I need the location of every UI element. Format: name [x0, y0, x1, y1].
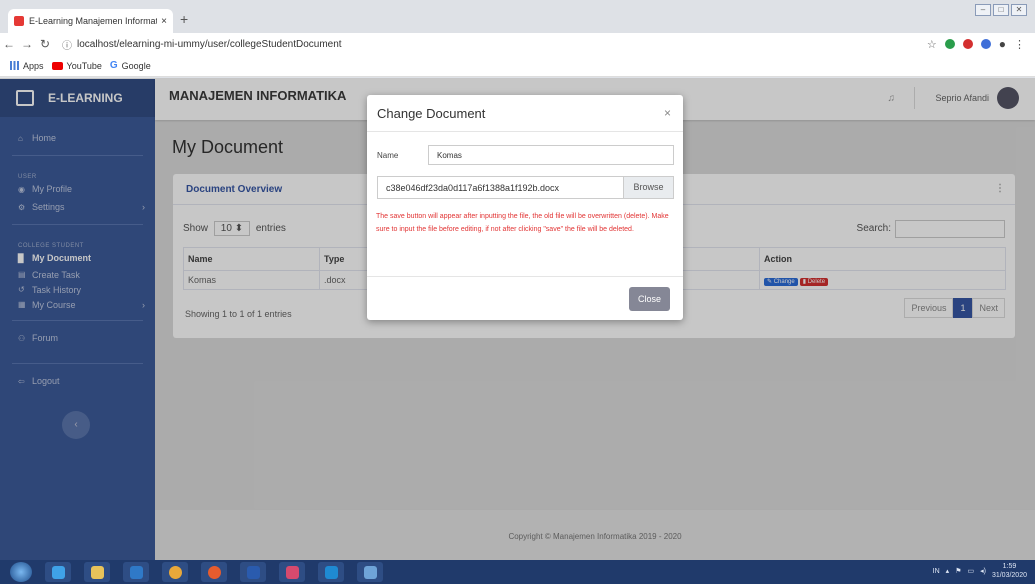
tray-arrow-icon[interactable]: ▴	[946, 567, 950, 575]
menu-icon[interactable]: ⋮	[1014, 38, 1025, 51]
tab-title: E-Learning Manajemen Informati	[29, 16, 158, 26]
back-icon[interactable]: ←	[0, 37, 18, 51]
maximize-icon[interactable]: □	[993, 4, 1009, 16]
bookmark-apps[interactable]: Apps	[10, 61, 44, 71]
youtube-icon	[51, 61, 63, 70]
language-indicator[interactable]: IN	[933, 568, 940, 575]
system-tray: IN ▴ ⚑ ▭ ◂) 1:59 31/03/2020	[933, 562, 1027, 580]
profile-icon[interactable]: ●	[999, 37, 1006, 51]
browser-toolbar: ← → ↻ ⓘ localhost/elearning-mi-ummy/user…	[0, 33, 1035, 55]
reload-icon[interactable]: ↻	[36, 37, 54, 51]
browser-tab[interactable]: E-Learning Manajemen Informati ×	[8, 9, 173, 33]
name-label: Name	[377, 150, 399, 160]
toolbar-extensions: ☆ ● ⋮	[927, 37, 1025, 51]
favicon-icon	[14, 16, 24, 26]
info-icon[interactable]: ⓘ	[62, 37, 72, 52]
bookmarks-bar: Apps YouTube G Google	[0, 55, 1035, 77]
bookmark-youtube[interactable]: YouTube	[51, 61, 102, 71]
tab-close-icon[interactable]: ×	[161, 16, 167, 27]
word-icon[interactable]	[240, 562, 266, 582]
name-row: Name Komas	[377, 145, 674, 165]
firefox-icon[interactable]	[201, 562, 227, 582]
forward-icon[interactable]: →	[18, 37, 36, 51]
address-bar[interactable]: ⓘ localhost/elearning-mi-ummy/user/colle…	[62, 37, 927, 52]
clock[interactable]: 1:59 31/03/2020	[992, 562, 1027, 580]
app-icon[interactable]	[357, 562, 383, 582]
app-icon[interactable]	[279, 562, 305, 582]
extension-icon[interactable]	[980, 39, 991, 49]
modal-footer-divider	[367, 276, 683, 277]
bookmark-star-icon[interactable]: ☆	[927, 38, 937, 51]
taskbar: IN ▴ ⚑ ▭ ◂) 1:59 31/03/2020	[0, 560, 1035, 584]
google-icon: G	[109, 60, 118, 71]
chrome-icon[interactable]	[162, 562, 188, 582]
apps-grid-icon	[10, 61, 19, 70]
modal-header: Change Document ×	[367, 95, 683, 132]
extension-icon[interactable]	[962, 39, 973, 49]
volume-icon[interactable]: ◂)	[980, 567, 986, 575]
start-button[interactable]	[10, 562, 32, 582]
app-viewport: E-LEARNING ⌂ Home USER ◉ My Profile ⚙ Setti…	[0, 79, 1035, 560]
extension-icon[interactable]	[944, 39, 955, 49]
browser-chrome: E-Learning Manajemen Informati × + – □ ✕…	[0, 0, 1035, 79]
file-input[interactable]: c38e046df23da0d117a6f1388a1f192b.docx Br…	[377, 176, 674, 199]
new-tab-button[interactable]: +	[180, 11, 188, 27]
file-name: c38e046df23da0d117a6f1388a1f192b.docx	[386, 182, 559, 193]
minimize-icon[interactable]: –	[975, 4, 991, 16]
window-controls: – □ ✕	[975, 4, 1027, 16]
vscode-icon[interactable]	[318, 562, 344, 582]
close-button[interactable]: Close	[629, 287, 670, 311]
modal-title: Change Document	[377, 105, 486, 121]
browse-button[interactable]: Browse	[623, 177, 673, 198]
network-icon[interactable]: ▭	[967, 567, 974, 575]
name-input[interactable]: Komas	[428, 145, 674, 165]
outlook-icon[interactable]	[123, 562, 149, 582]
warning-text: The save button will appear after inputt…	[376, 213, 669, 233]
explorer-icon[interactable]	[84, 562, 110, 582]
flag-icon[interactable]: ⚑	[955, 567, 961, 575]
bookmark-google[interactable]: G Google	[110, 60, 151, 71]
close-icon[interactable]: ×	[664, 106, 671, 120]
url-text: localhost/elearning-mi-ummy/user/college…	[77, 38, 342, 50]
window-close-icon[interactable]: ✕	[1011, 4, 1027, 16]
change-document-modal: Change Document × Name Komas c38e046df23…	[367, 95, 683, 320]
ie-icon[interactable]	[45, 562, 71, 582]
